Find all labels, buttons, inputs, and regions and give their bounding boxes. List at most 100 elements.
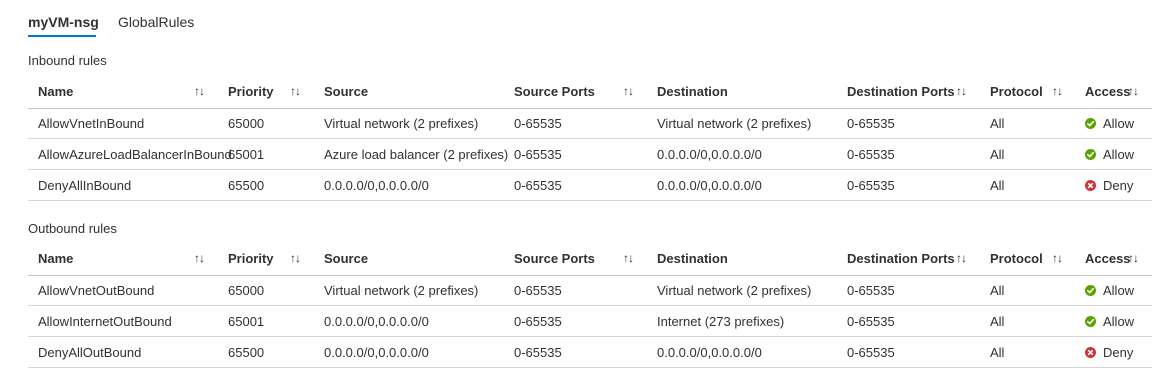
column-header-destination[interactable]: Destination <box>657 241 728 275</box>
column-header-protocol[interactable]: Protocol <box>990 74 1043 108</box>
column-header-destination-ports[interactable]: Destination Ports <box>847 241 955 275</box>
sort-icon[interactable]: ↑↓ <box>1052 241 1063 275</box>
cell-source: Azure load balancer (2 prefixes) <box>324 146 509 162</box>
column-header-access[interactable]: Access <box>1085 74 1131 108</box>
tab-myvm-nsg[interactable]: myVM-nsg <box>28 14 99 37</box>
column-header-name[interactable]: Name <box>38 241 73 275</box>
column-header-source[interactable]: Source <box>324 74 368 108</box>
sort-icon[interactable]: ↑↓ <box>623 74 634 108</box>
sort-icon[interactable]: ↑↓ <box>194 241 205 275</box>
cell-source-ports: 0-65535 <box>514 177 562 193</box>
access-label: Allow <box>1103 115 1135 131</box>
check-circle-icon <box>1085 315 1096 327</box>
column-header-priority[interactable]: Priority <box>228 241 274 275</box>
access-label: Allow <box>1103 146 1135 162</box>
check-circle-icon <box>1085 284 1096 296</box>
table-header-row: Name ↑↓ Priority ↑↓ Source Source Ports ↑↓ Dest… <box>28 74 1152 109</box>
cell-destination: Virtual network (2 prefixes) <box>657 282 812 298</box>
cell-protocol: All <box>990 313 1005 329</box>
column-header-source-ports[interactable]: Source Ports <box>514 241 595 275</box>
sort-icon[interactable]: ↑↓ <box>956 241 967 275</box>
cell-name: DenyAllOutBound <box>38 344 142 360</box>
cell-protocol: All <box>990 146 1005 162</box>
active-tab-indicator <box>28 35 96 37</box>
cell-destination-ports: 0-65535 <box>847 313 895 329</box>
cell-access: Allow <box>1085 139 1134 169</box>
cell-name: AllowVnetInBound <box>38 115 145 131</box>
cell-priority: 65000 <box>228 282 265 298</box>
cell-source-ports: 0-65535 <box>514 313 562 329</box>
check-circle-icon <box>1085 117 1096 129</box>
outbound-rules-title: Outbound rules <box>28 221 117 236</box>
cell-protocol: All <box>990 344 1005 360</box>
cell-source-ports: 0-65535 <box>514 146 562 162</box>
cell-protocol: All <box>990 282 1005 298</box>
tab-label: myVM-nsg <box>28 14 99 30</box>
cell-priority: 65500 <box>228 344 265 360</box>
cell-source: 0.0.0.0/0,0.0.0.0/0 <box>324 177 429 193</box>
cell-name: AllowAzureLoadBalancerInBound <box>38 146 232 162</box>
cell-priority: 65000 <box>228 115 265 131</box>
cell-name: DenyAllInBound <box>38 177 132 193</box>
cell-destination-ports: 0-65535 <box>847 282 895 298</box>
x-circle-icon <box>1085 346 1096 358</box>
cell-destination-ports: 0-65535 <box>847 177 895 193</box>
cell-priority: 65001 <box>228 146 265 162</box>
cell-protocol: All <box>990 177 1005 193</box>
cell-destination: Virtual network (2 prefixes) <box>657 115 812 131</box>
cell-destination-ports: 0-65535 <box>847 146 895 162</box>
inbound-rules-table: Name ↑↓ Priority ↑↓ Source Source Ports ↑↓ Dest… <box>28 74 1152 201</box>
column-header-protocol[interactable]: Protocol <box>990 241 1043 275</box>
tab-label: GlobalRules <box>118 14 195 30</box>
column-header-source-ports[interactable]: Source Ports <box>514 74 595 108</box>
x-circle-icon <box>1085 179 1096 191</box>
cell-access: Deny <box>1085 337 1133 367</box>
table-row[interactable]: AllowInternetOutBound 65001 0.0.0.0/0,0.0.… <box>28 306 1152 337</box>
cell-source: Virtual network (2 prefixes) <box>324 282 479 298</box>
cell-destination: 0.0.0.0/0,0.0.0.0/0 <box>657 146 762 162</box>
table-row[interactable]: DenyAllOutBound 65500 0.0.0.0/0,0.0.0.0/0 0… <box>28 337 1152 368</box>
column-header-name[interactable]: Name <box>38 74 73 108</box>
check-circle-icon <box>1085 148 1096 160</box>
sort-icon[interactable]: ↑↓ <box>194 74 205 108</box>
access-label: Deny <box>1103 344 1134 360</box>
table-row[interactable]: AllowVnetOutBound 65000 Virtual network (2… <box>28 275 1152 306</box>
column-header-access[interactable]: Access <box>1085 241 1131 275</box>
cell-destination: 0.0.0.0/0,0.0.0.0/0 <box>657 177 762 193</box>
table-row[interactable]: AllowAzureLoadBalancerInBound 65001 Azure … <box>28 139 1152 170</box>
table-row[interactable]: DenyAllInBound 65500 0.0.0.0/0,0.0.0.0/0 0-… <box>28 170 1152 201</box>
cell-source-ports: 0-65535 <box>514 115 562 131</box>
cell-source: Virtual network (2 prefixes) <box>324 115 479 131</box>
column-header-destination-ports[interactable]: Destination Ports <box>847 74 955 108</box>
cell-source-ports: 0-65535 <box>514 344 562 360</box>
cell-access: Allow <box>1085 108 1134 138</box>
access-label: Allow <box>1103 313 1135 329</box>
sort-icon[interactable]: ↑↓ <box>1052 74 1063 108</box>
cell-priority: 65500 <box>228 177 265 193</box>
sort-icon[interactable]: ↑↓ <box>956 74 967 108</box>
sort-icon[interactable]: ↑↓ <box>290 241 301 275</box>
cell-source-ports: 0-65535 <box>514 282 562 298</box>
cell-destination-ports: 0-65535 <box>847 115 895 131</box>
cell-source: 0.0.0.0/0,0.0.0.0/0 <box>324 313 429 329</box>
access-label: Allow <box>1103 282 1135 298</box>
inbound-rules-title: Inbound rules <box>28 53 107 68</box>
cell-destination-ports: 0-65535 <box>847 344 895 360</box>
column-header-destination[interactable]: Destination <box>657 74 728 108</box>
cell-access: Allow <box>1085 306 1134 336</box>
cell-name: AllowInternetOutBound <box>38 313 172 329</box>
sort-icon[interactable]: ↑↓ <box>1128 74 1139 108</box>
tab-globalrules[interactable]: GlobalRules <box>118 14 194 30</box>
sort-icon[interactable]: ↑↓ <box>290 74 301 108</box>
sort-icon[interactable]: ↑↓ <box>1128 241 1139 275</box>
access-label: Deny <box>1103 177 1134 193</box>
table-row[interactable]: AllowVnetInBound 65000 Virtual network (2 … <box>28 108 1152 139</box>
cell-name: AllowVnetOutBound <box>38 282 155 298</box>
cell-access: Allow <box>1085 275 1134 305</box>
outbound-rules-table: Name ↑↓ Priority ↑↓ Source Source Ports ↑↓ Dest… <box>28 241 1152 368</box>
sort-icon[interactable]: ↑↓ <box>623 241 634 275</box>
cell-access: Deny <box>1085 170 1133 200</box>
table-header-row: Name ↑↓ Priority ↑↓ Source Source Ports ↑↓ Dest… <box>28 241 1152 276</box>
column-header-source[interactable]: Source <box>324 241 368 275</box>
column-header-priority[interactable]: Priority <box>228 74 274 108</box>
